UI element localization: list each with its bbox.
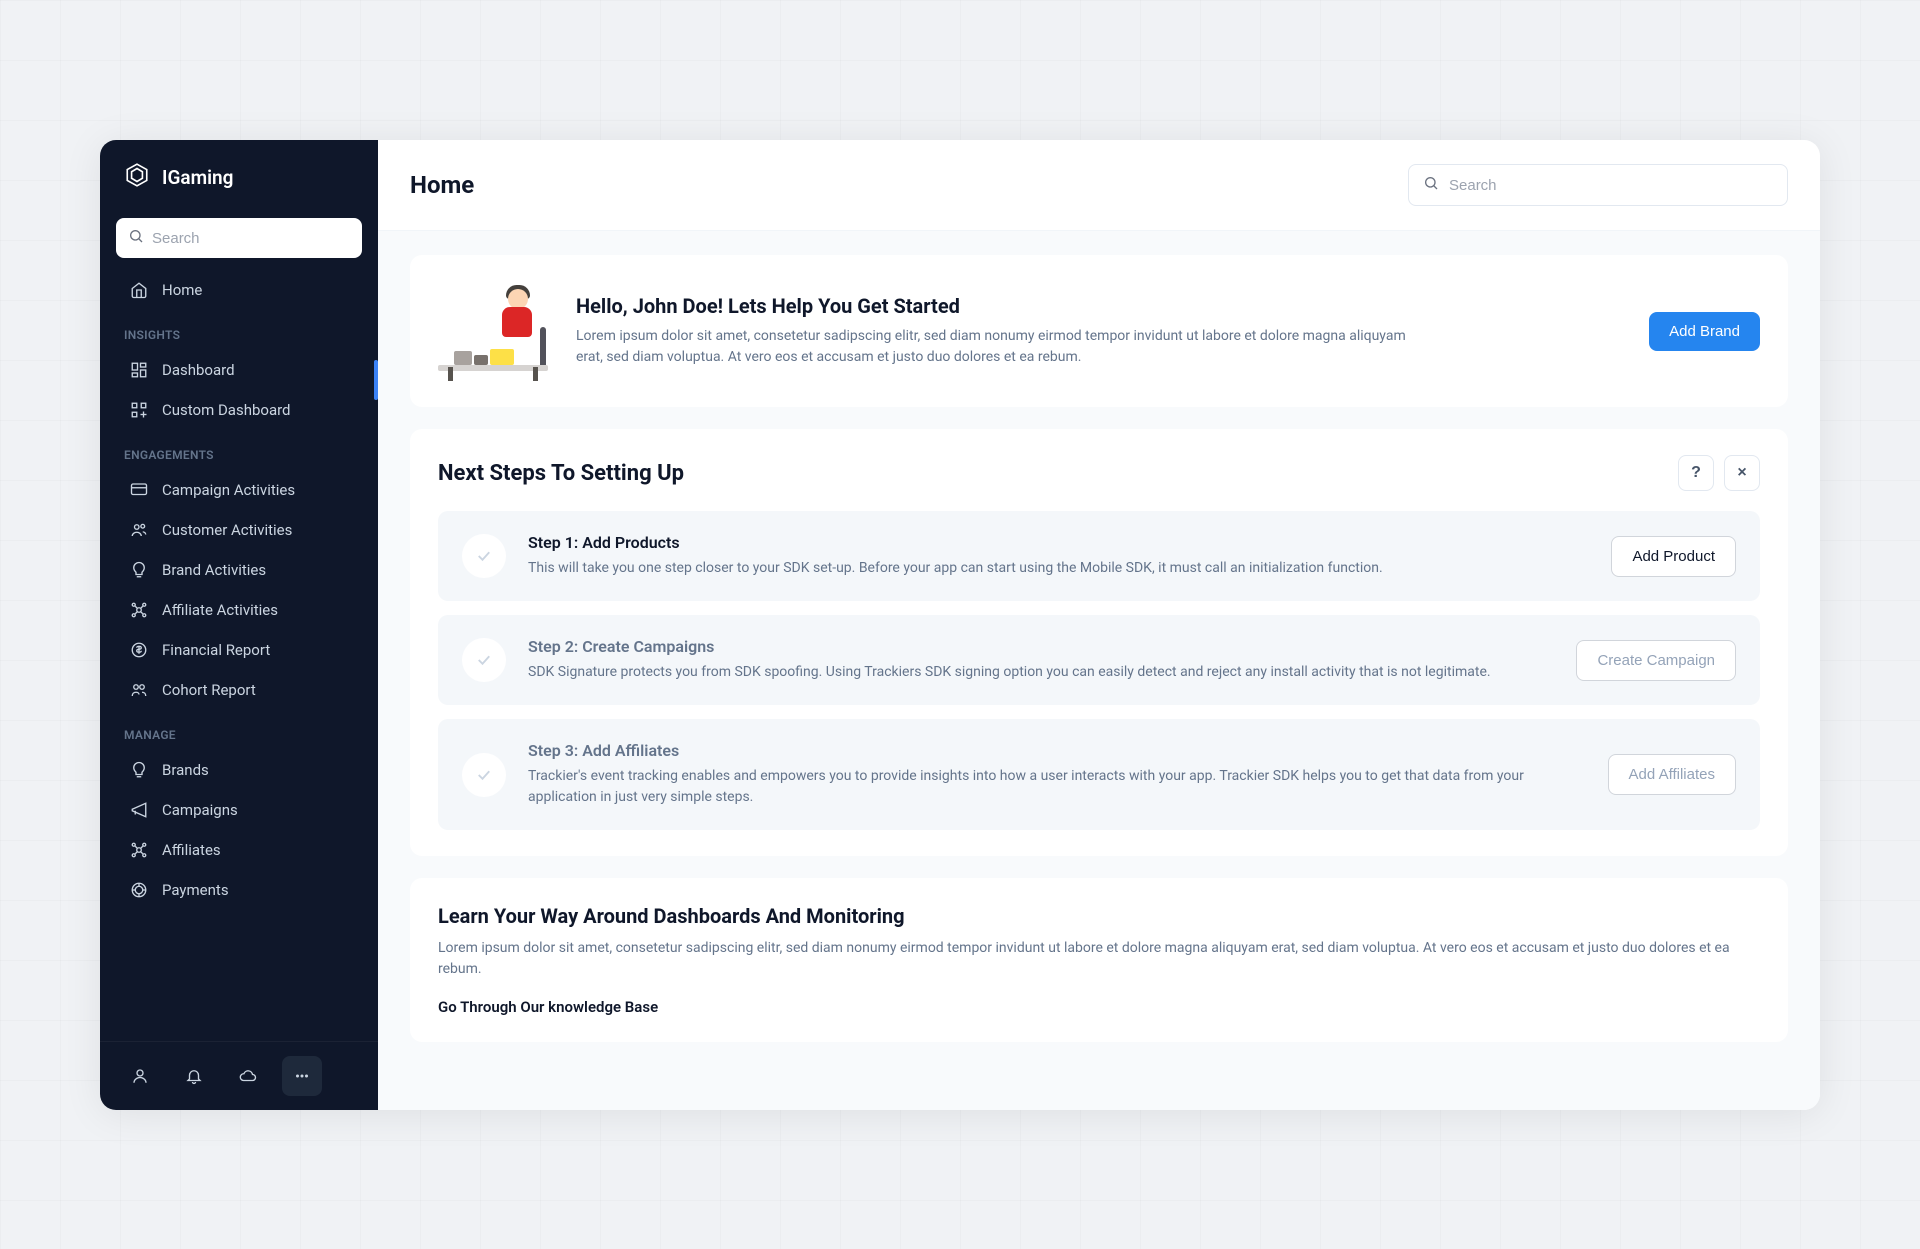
sidebar-footer xyxy=(100,1041,378,1110)
step-title: Step 1: Add Products xyxy=(528,533,1589,552)
learn-card: Learn Your Way Around Dashboards And Mon… xyxy=(410,878,1788,1042)
help-button[interactable]: ? xyxy=(1678,455,1714,491)
nav-label: Customer Activities xyxy=(162,521,292,539)
brand: IGaming xyxy=(100,140,378,210)
brand-name: IGaming xyxy=(162,166,233,189)
nav-home-label: Home xyxy=(162,281,202,299)
footer-more-button[interactable] xyxy=(282,1056,322,1096)
page-title: Home xyxy=(410,171,474,199)
nav-label: Brands xyxy=(162,761,209,779)
setup-header: Next Steps To Setting Up ? × xyxy=(438,455,1760,491)
nav-dashboard[interactable]: Dashboard xyxy=(100,350,378,390)
nav-label: Custom Dashboard xyxy=(162,401,291,419)
nav-label: Cohort Report xyxy=(162,681,256,699)
section-manage-label: MANAGE xyxy=(100,710,378,750)
add-affiliates-button[interactable]: Add Affiliates xyxy=(1608,754,1736,795)
step-title: Step 2: Create Campaigns xyxy=(528,637,1554,656)
sidebar-search-input[interactable] xyxy=(152,230,350,247)
learn-description: Lorem ipsum dolor sit amet, consetetur s… xyxy=(438,938,1760,980)
close-button[interactable]: × xyxy=(1724,455,1760,491)
step-body: Step 3: Add Affiliates Trackier's event … xyxy=(528,741,1586,808)
step-description: Trackier's event tracking enables and em… xyxy=(528,766,1586,808)
check-icon xyxy=(462,638,506,682)
nav-label: Payments xyxy=(162,881,229,899)
brand-logo-icon xyxy=(124,162,150,192)
footer-cloud-button[interactable] xyxy=(228,1056,268,1096)
sidebar: IGaming Home INSIGHTS Dashboard Custom D… xyxy=(100,140,378,1110)
nav-label: Affiliates xyxy=(162,841,221,859)
topbar: Home xyxy=(378,140,1820,231)
learn-title: Learn Your Way Around Dashboards And Mon… xyxy=(438,904,1760,928)
top-search[interactable] xyxy=(1408,164,1788,206)
content: Hello, John Doe! Lets Help You Get Start… xyxy=(378,231,1820,1110)
step-description: This will take you one step closer to yo… xyxy=(528,558,1589,579)
footer-user-button[interactable] xyxy=(120,1056,160,1096)
check-icon xyxy=(462,534,506,578)
check-icon xyxy=(462,753,506,797)
nav-campaigns[interactable]: Campaigns xyxy=(100,790,378,830)
hero-text: Hello, John Doe! Lets Help You Get Start… xyxy=(576,294,1621,368)
nav-label: Affiliate Activities xyxy=(162,601,278,619)
nav-campaign-activities[interactable]: Campaign Activities xyxy=(100,470,378,510)
nav-brand-activities[interactable]: Brand Activities xyxy=(100,550,378,590)
sidebar-nav: Home INSIGHTS Dashboard Custom Dashboard… xyxy=(100,270,378,1041)
setup-title: Next Steps To Setting Up xyxy=(438,461,684,486)
add-brand-button[interactable]: Add Brand xyxy=(1649,312,1760,351)
step-description: SDK Signature protects you from SDK spoo… xyxy=(528,662,1554,683)
nav-label: Campaign Activities xyxy=(162,481,295,499)
nav-cohort-report[interactable]: Cohort Report xyxy=(100,670,378,710)
step-title: Step 3: Add Affiliates xyxy=(528,741,1586,760)
main-area: Home Hello, John Doe! Lets Help You Get … xyxy=(378,140,1820,1110)
footer-notifications-button[interactable] xyxy=(174,1056,214,1096)
app-shell: IGaming Home INSIGHTS Dashboard Custom D… xyxy=(100,140,1820,1110)
nav-customer-activities[interactable]: Customer Activities xyxy=(100,510,378,550)
learn-subheading: Go Through Our knowledge Base xyxy=(438,998,1760,1016)
nav-brands[interactable]: Brands xyxy=(100,750,378,790)
setup-actions: ? × xyxy=(1678,455,1760,491)
nav-financial-report[interactable]: Financial Report xyxy=(100,630,378,670)
hero-title: Hello, John Doe! Lets Help You Get Start… xyxy=(576,294,1621,318)
nav-affiliate-activities[interactable]: Affiliate Activities xyxy=(100,590,378,630)
step-body: Step 2: Create Campaigns SDK Signature p… xyxy=(528,637,1554,683)
nav-label: Brand Activities xyxy=(162,561,266,579)
nav-label: Financial Report xyxy=(162,641,270,659)
step-body: Step 1: Add Products This will take you … xyxy=(528,533,1589,579)
create-campaign-button[interactable]: Create Campaign xyxy=(1576,640,1736,681)
section-insights-label: INSIGHTS xyxy=(100,310,378,350)
nav-label: Dashboard xyxy=(162,361,235,379)
nav-label: Campaigns xyxy=(162,801,238,819)
nav-payments[interactable]: Payments xyxy=(100,870,378,910)
nav-custom-dashboard[interactable]: Custom Dashboard xyxy=(100,390,378,430)
section-engagements-label: ENGAGEMENTS xyxy=(100,430,378,470)
setup-panel: Next Steps To Setting Up ? × Step 1: Add… xyxy=(410,429,1788,856)
hero-illustration xyxy=(438,281,548,381)
nav-home[interactable]: Home xyxy=(100,270,378,310)
search-icon xyxy=(128,228,144,248)
nav-affiliates[interactable]: Affiliates xyxy=(100,830,378,870)
search-icon xyxy=(1423,175,1439,195)
add-product-button[interactable]: Add Product xyxy=(1611,536,1736,577)
sidebar-search[interactable] xyxy=(116,218,362,258)
setup-step-2: Step 2: Create Campaigns SDK Signature p… xyxy=(438,615,1760,705)
top-search-input[interactable] xyxy=(1449,177,1773,194)
hero-description: Lorem ipsum dolor sit amet, consetetur s… xyxy=(576,326,1436,368)
setup-step-3: Step 3: Add Affiliates Trackier's event … xyxy=(438,719,1760,830)
setup-step-1: Step 1: Add Products This will take you … xyxy=(438,511,1760,601)
hero-card: Hello, John Doe! Lets Help You Get Start… xyxy=(410,255,1788,407)
sidebar-scroll-indicator xyxy=(374,360,378,400)
